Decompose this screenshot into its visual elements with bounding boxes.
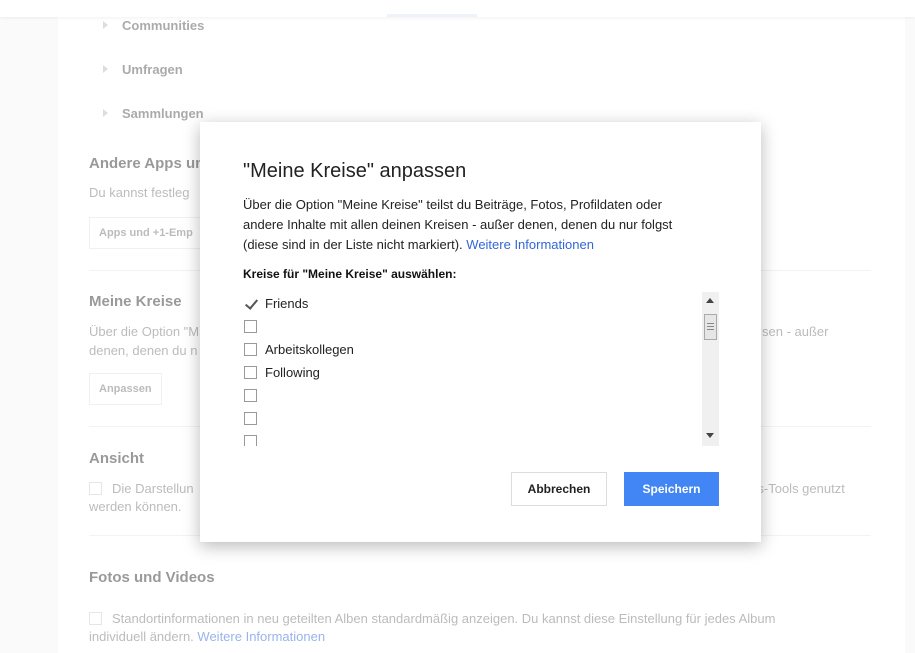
save-button[interactable]: Speichern [624,472,719,506]
dialog-title: "Meine Kreise" anpassen [243,160,467,182]
circle-item[interactable] [243,430,719,446]
circle-checkbox[interactable] [244,435,257,446]
circle-item[interactable] [243,384,719,407]
circle-checkbox[interactable] [244,366,257,379]
circle-checkbox[interactable] [244,412,257,425]
circle-item-following[interactable]: Following [243,361,719,384]
circle-checkbox-checked[interactable] [244,297,257,310]
scrollbar-thumb[interactable] [704,314,717,340]
scroll-up-arrow-icon[interactable] [706,298,714,303]
dialog-description: Über die Option "Meine Kreise" teilst du… [243,197,673,252]
more-info-link[interactable]: Weitere Informationen [466,237,594,252]
customize-circles-dialog: "Meine Kreise" anpassen Über die Option … [200,122,761,542]
circle-item[interactable] [243,407,719,430]
circles-list: Friends Arbeitskollegen Following [243,292,719,446]
circle-checkbox[interactable] [244,389,257,402]
circles-subtitle: Kreise für "Meine Kreise" auswählen: [243,267,457,281]
circle-item-friends[interactable]: Friends [243,292,719,315]
circle-checkbox[interactable] [244,343,257,356]
list-scrollbar[interactable] [702,292,719,446]
circle-item[interactable] [243,315,719,338]
circle-checkbox[interactable] [244,320,257,333]
scroll-down-arrow-icon[interactable] [706,433,714,438]
cancel-button[interactable]: Abbrechen [511,472,607,506]
circle-item-arbeitskollegen[interactable]: Arbeitskollegen [243,338,719,361]
